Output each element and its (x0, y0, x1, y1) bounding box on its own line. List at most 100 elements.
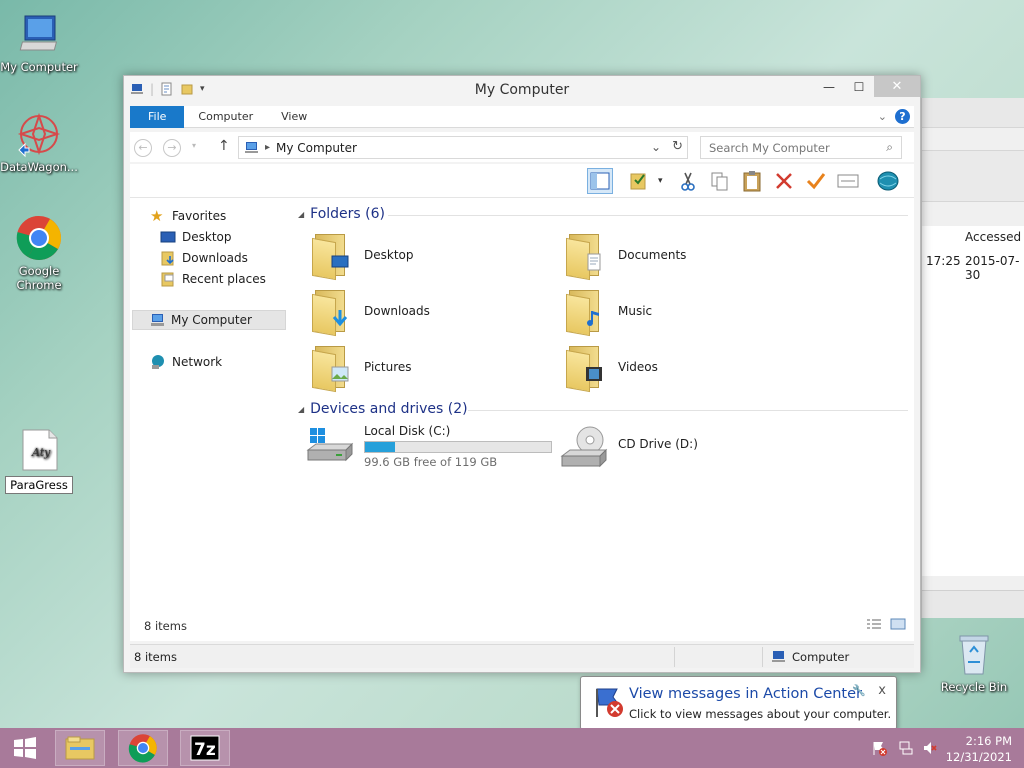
documents-folder-icon (566, 232, 608, 281)
desktop-icon-paragress[interactable]: Aty ParaGress (0, 426, 79, 494)
group-title: Folders (6) (310, 206, 385, 222)
group-header-devices[interactable]: ◢ Devices and drives (2) (298, 401, 908, 417)
nav-recent-places[interactable]: Recent places (160, 269, 266, 289)
folder-videos[interactable]: Videos (566, 344, 658, 393)
network-globe-button[interactable] (875, 168, 901, 194)
recent-locations-icon[interactable]: ▾ (192, 141, 196, 150)
nav-downloads[interactable]: Downloads (160, 248, 248, 268)
column-header-accessed[interactable]: Accessed (965, 230, 1021, 244)
folder-pictures[interactable]: Pictures (312, 344, 412, 393)
notification-title[interactable]: View messages in Action Center (629, 686, 862, 702)
close-button[interactable]: ✕ (874, 76, 920, 97)
clock[interactable]: 2:16 PM 12/31/2021 (946, 733, 1012, 765)
desktop-icon-recycle-bin[interactable]: Recycle Bin (934, 630, 1014, 694)
desktop-icon-google-chrome[interactable]: Google Chrome (0, 214, 79, 292)
help-icon[interactable]: ? (895, 109, 910, 124)
folder-music[interactable]: Music (566, 288, 652, 337)
breadcrumb-separator-icon[interactable]: ▸ (265, 142, 270, 153)
paste-button[interactable] (739, 168, 765, 194)
nav-desktop[interactable]: Desktop (160, 227, 232, 247)
tab-view[interactable]: View (267, 106, 321, 128)
notification-close-button[interactable]: x (878, 683, 886, 698)
preview-pane-button[interactable] (587, 168, 613, 194)
breadcrumb-my-computer[interactable]: My Computer (276, 141, 357, 155)
drive-label: Local Disk (C:) (364, 424, 451, 438)
nav-label: Favorites (172, 209, 227, 223)
maximize-button[interactable]: ☐ (844, 76, 874, 97)
large-icons-view-icon[interactable] (890, 618, 906, 633)
explorer-body: ★ Favorites Desktop Downloads Recent pla… (130, 198, 914, 641)
collapse-icon[interactable]: ◢ (298, 210, 304, 219)
recycle-bin-icon (950, 630, 998, 678)
system-tray: 2:16 PM 12/31/2021 (860, 728, 1024, 768)
status-location: Computer (792, 650, 850, 664)
volume-muted-icon[interactable] (922, 740, 938, 759)
nav-favorites[interactable]: ★ Favorites (150, 206, 226, 226)
refresh-icon[interactable]: ↻ (672, 139, 683, 154)
address-dropdown-icon[interactable]: ⌄ (651, 140, 661, 154)
copy-button[interactable] (707, 168, 733, 194)
file-explorer-icon (65, 736, 95, 760)
command-toolbar: ▾ (130, 164, 914, 198)
new-item-button[interactable] (835, 168, 861, 194)
address-bar[interactable]: ▸ My Computer ⌄ ↻ (238, 136, 688, 159)
properties-button[interactable] (627, 168, 653, 194)
folder-downloads[interactable]: Downloads (312, 288, 430, 337)
title-bar[interactable]: | ▾ My Computer — ☐ ✕ (124, 76, 920, 104)
desktop-icon-datawagon[interactable]: DataWagon... (0, 110, 79, 174)
cd-drive-icon (560, 424, 608, 468)
action-center-notification[interactable]: View messages in Action Center Click to … (580, 676, 897, 739)
tab-file[interactable]: File (130, 106, 185, 128)
start-button[interactable] (0, 730, 50, 766)
desktop-icon-label: Recycle Bin (940, 680, 1008, 694)
chrome-icon (128, 734, 157, 763)
tab-computer[interactable]: Computer (184, 106, 267, 128)
nav-network[interactable]: Network (150, 352, 222, 372)
network-icon (152, 355, 164, 369)
pictures-folder-icon (312, 344, 354, 393)
item-count-inner: 8 items (144, 619, 187, 633)
address-row: ← → ▾ ↑ ▸ My Computer ⌄ ↻ Search My Comp… (130, 132, 914, 162)
taskbar-7zip[interactable]: 7z (180, 730, 230, 766)
desktop-icon-my-computer[interactable]: My Computer (0, 10, 79, 74)
cut-button[interactable] (675, 168, 701, 194)
forward-button[interactable]: → (163, 139, 181, 157)
network-tray-icon[interactable] (898, 740, 914, 759)
action-center-tray-icon[interactable] (872, 740, 888, 759)
properties-dropdown-icon[interactable]: ▾ (658, 176, 663, 186)
nav-my-computer[interactable]: My Computer (132, 310, 286, 330)
expand-ribbon-icon[interactable]: ⌄ (878, 110, 887, 123)
delete-icon (776, 173, 792, 189)
background-window-statusbar (922, 590, 1024, 618)
ribbon-tabs: File Computer View ⌄ ? (130, 106, 914, 128)
delete-button[interactable] (771, 168, 797, 194)
back-button[interactable]: ← (134, 139, 152, 157)
background-window[interactable]: Accessed 17:25 2015-07-30 (921, 98, 1024, 618)
collapse-icon[interactable]: ◢ (298, 405, 304, 414)
up-button[interactable]: ↑ (218, 138, 230, 154)
minimize-button[interactable]: — (814, 76, 844, 97)
search-icon[interactable]: ⌕ (886, 140, 893, 155)
drive-cd-d[interactable]: CD Drive (D:) (560, 424, 698, 468)
folder-desktop[interactable]: Desktop (312, 232, 414, 281)
svg-text:Aty: Aty (31, 446, 51, 459)
scissors-icon (681, 172, 695, 191)
computer-small-icon (151, 314, 164, 326)
drive-local-disk-c[interactable]: Local Disk (C:) 99.6 GB free of 119 GB (306, 424, 552, 469)
action-center-flag-icon (596, 688, 623, 717)
drive-capacity-fill (365, 442, 396, 452)
taskbar-file-explorer[interactable] (55, 730, 105, 766)
folder-documents[interactable]: Documents (566, 232, 686, 281)
nav-label: My Computer (171, 313, 252, 327)
group-header-folders[interactable]: ◢ Folders (6) (298, 206, 908, 222)
taskbar-chrome[interactable] (118, 730, 168, 766)
status-item-count: 8 items (134, 650, 177, 664)
star-icon: ★ (150, 207, 164, 225)
wrench-icon[interactable]: 🔧 (852, 684, 866, 697)
status-bar: 8 items Computer (130, 644, 914, 668)
drive-free-space: 99.6 GB free of 119 GB (364, 455, 498, 469)
details-view-icon[interactable] (866, 618, 882, 633)
search-input[interactable]: Search My Computer ⌕ (700, 136, 902, 159)
explorer-window[interactable]: | ▾ My Computer — ☐ ✕ File Computer View… (123, 75, 921, 673)
rename-button[interactable] (803, 168, 829, 194)
